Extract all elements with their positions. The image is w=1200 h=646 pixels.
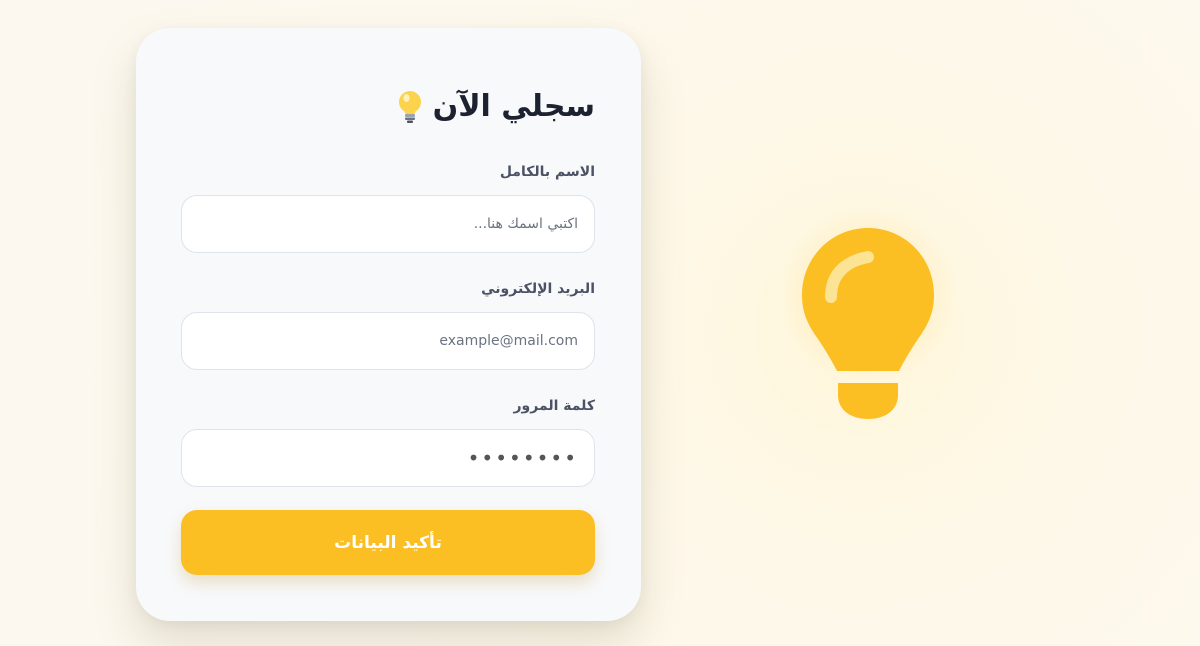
- email-input[interactable]: [181, 312, 595, 370]
- email-label: البريد الإلكتروني: [481, 281, 595, 297]
- illustration: [760, 205, 976, 445]
- lightbulb-icon: [397, 90, 423, 124]
- password-label: كلمة المرور: [513, 398, 595, 414]
- signup-card: سجلي الآن الاسم بالكامل البريد الإلكترون…: [136, 28, 641, 621]
- form-header: سجلي الآن: [397, 88, 595, 126]
- full-name-label: الاسم بالكامل: [499, 164, 595, 180]
- form-title: سجلي الآن: [432, 89, 595, 124]
- password-input[interactable]: [181, 429, 595, 487]
- lightbulb-icon: [802, 228, 934, 419]
- submit-button[interactable]: تأكيد البيانات: [181, 510, 595, 575]
- full-name-input[interactable]: [181, 195, 595, 253]
